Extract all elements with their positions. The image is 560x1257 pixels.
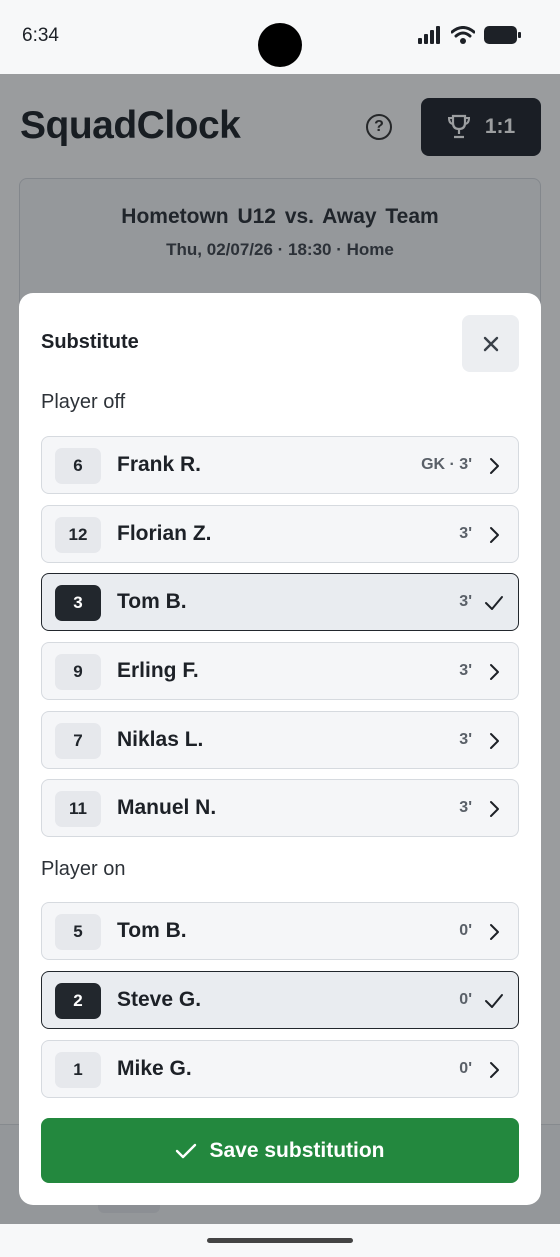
player-on-label: Player on bbox=[41, 858, 126, 880]
player-number: 9 bbox=[55, 654, 101, 690]
close-button[interactable] bbox=[462, 315, 519, 372]
player-name: Tom B. bbox=[117, 590, 187, 613]
player-number: 5 bbox=[55, 914, 101, 950]
player-name: Niklas L. bbox=[117, 728, 204, 751]
signal-icon bbox=[418, 26, 440, 44]
home-area bbox=[0, 1224, 560, 1257]
player-info: 0' bbox=[459, 922, 472, 939]
chevron-right-icon bbox=[490, 664, 499, 680]
player-info: 0' bbox=[459, 991, 472, 1008]
chevron-right-icon bbox=[490, 801, 499, 817]
player-off-row[interactable]: 7 Niklas L. 3' bbox=[41, 711, 519, 769]
player-name: Frank R. bbox=[117, 453, 202, 476]
player-info: 0' bbox=[459, 1060, 472, 1077]
player-off-row[interactable]: 9 Erling F. 3' bbox=[41, 642, 519, 700]
check-icon bbox=[176, 1143, 197, 1158]
save-substitution-button[interactable]: Save substitution bbox=[41, 1118, 519, 1183]
player-name: Steve G. bbox=[117, 988, 202, 1011]
player-info: 3' bbox=[459, 731, 472, 748]
player-off-row[interactable]: 6 Frank R. GK · 3' bbox=[41, 436, 519, 494]
check-icon bbox=[485, 596, 503, 610]
player-off-label: Player off bbox=[41, 391, 126, 413]
player-name: Erling F. bbox=[117, 659, 199, 682]
player-number: 7 bbox=[55, 723, 101, 759]
chevron-right-icon bbox=[490, 924, 499, 940]
player-number: 2 bbox=[55, 983, 101, 1019]
player-info: 3' bbox=[459, 525, 472, 542]
player-number: 6 bbox=[55, 448, 101, 484]
player-info: 3' bbox=[459, 593, 472, 610]
close-icon bbox=[483, 336, 498, 351]
chevron-right-icon bbox=[490, 527, 499, 543]
home-indicator bbox=[207, 1238, 353, 1243]
wifi-icon bbox=[451, 26, 475, 44]
player-number: 12 bbox=[55, 517, 101, 553]
player-off-row-selected[interactable]: 3 Tom B. 3' bbox=[41, 573, 519, 631]
player-info: GK · 3' bbox=[421, 456, 472, 473]
player-name: Mike G. bbox=[117, 1057, 192, 1080]
player-name: Manuel N. bbox=[117, 796, 217, 819]
player-off-row[interactable]: 12 Florian Z. 3' bbox=[41, 505, 519, 563]
player-number: 3 bbox=[55, 585, 101, 621]
player-name: Florian Z. bbox=[117, 522, 212, 545]
player-info: 3' bbox=[459, 799, 472, 816]
player-on-row[interactable]: 1 Mike G. 0' bbox=[41, 1040, 519, 1098]
chevron-right-icon bbox=[490, 733, 499, 749]
player-number: 1 bbox=[55, 1052, 101, 1088]
status-bar: 6:34 bbox=[0, 0, 560, 74]
player-info: 3' bbox=[459, 662, 472, 679]
player-number: 11 bbox=[55, 791, 101, 827]
chevron-right-icon bbox=[490, 458, 499, 474]
player-on-row[interactable]: 5 Tom B. 0' bbox=[41, 902, 519, 960]
camera-cutout bbox=[258, 23, 302, 67]
check-icon bbox=[485, 994, 503, 1008]
status-icons bbox=[418, 26, 522, 44]
status-time: 6:34 bbox=[22, 25, 59, 46]
chevron-right-icon bbox=[490, 1062, 499, 1078]
substitute-sheet: Substitute Player off 6 Frank R. GK · 3'… bbox=[19, 293, 541, 1205]
battery-icon bbox=[484, 26, 521, 44]
player-on-row-selected[interactable]: 2 Steve G. 0' bbox=[41, 971, 519, 1029]
save-label: Save substitution bbox=[209, 1138, 385, 1162]
player-off-row[interactable]: 11 Manuel N. 3' bbox=[41, 779, 519, 837]
player-name: Tom B. bbox=[117, 919, 187, 942]
sheet-title: Substitute bbox=[41, 331, 139, 353]
